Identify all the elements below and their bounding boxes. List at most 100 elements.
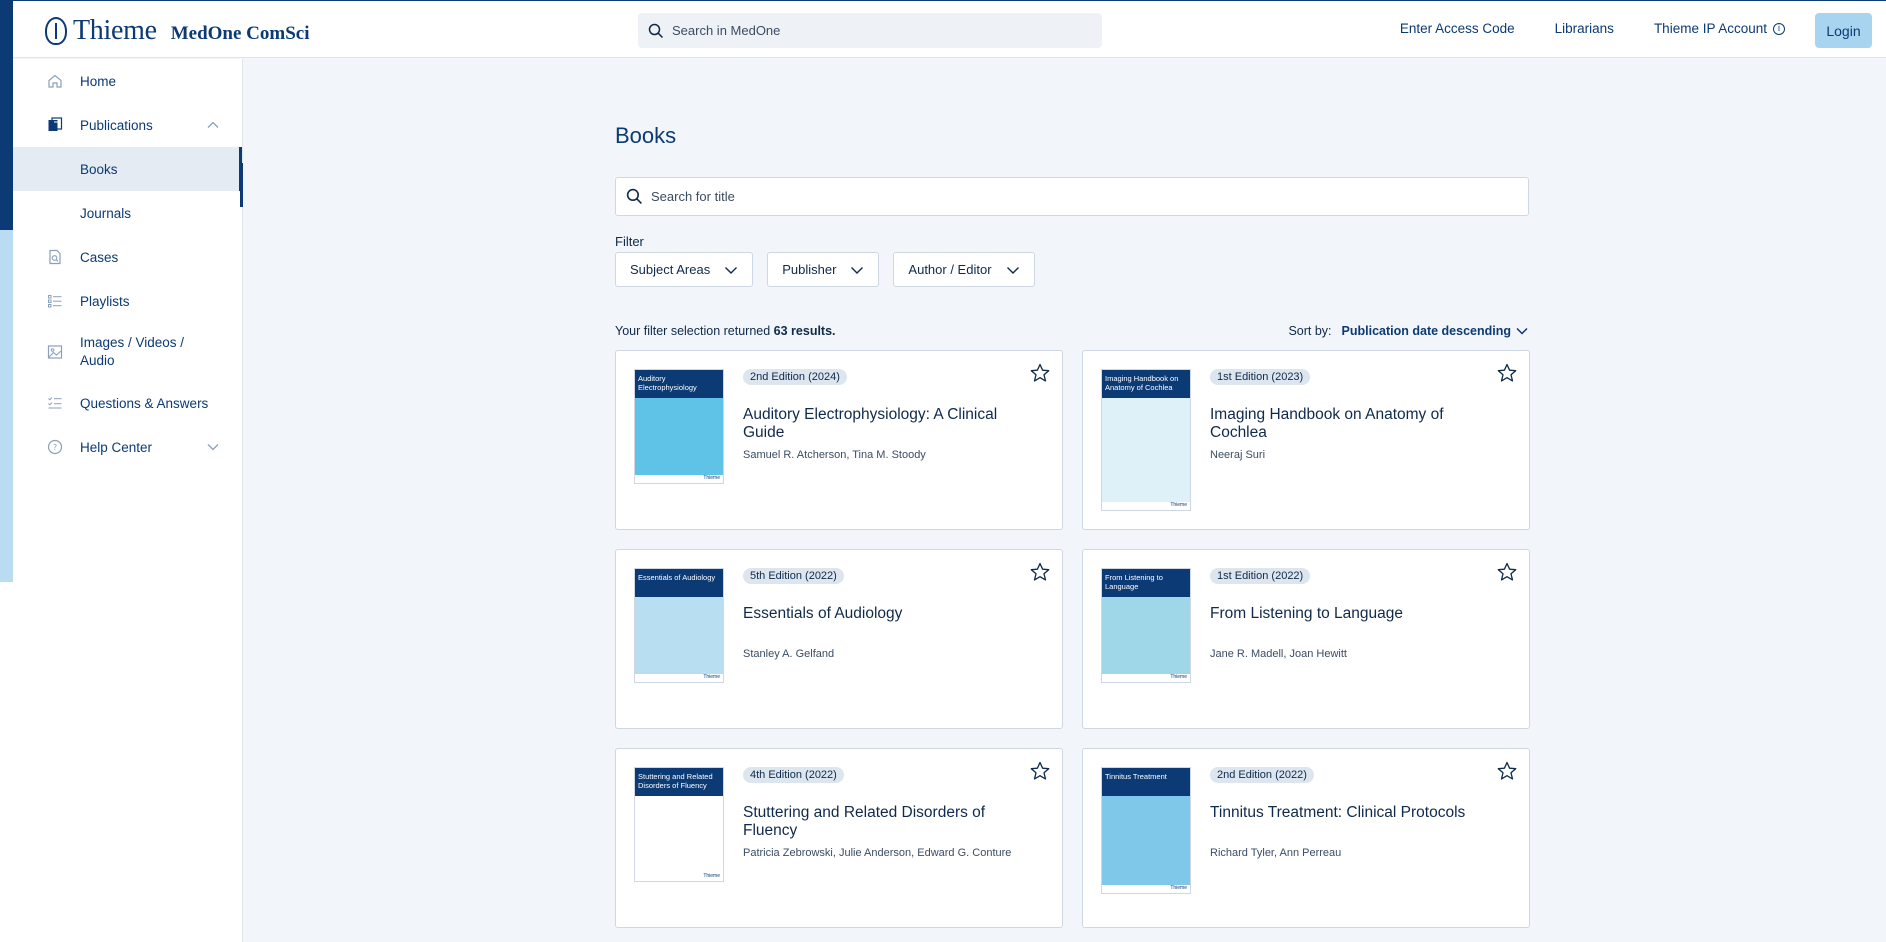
chevron-down-icon bbox=[851, 266, 864, 274]
sidebar-item-label: Cases bbox=[80, 249, 119, 265]
book-card[interactable]: Imaging Handbook on Anatomy of Cochlea T… bbox=[1082, 350, 1530, 530]
edge-accent-light bbox=[0, 230, 13, 582]
book-title[interactable]: Imaging Handbook on Anatomy of Cochlea bbox=[1210, 406, 1490, 442]
book-title[interactable]: Auditory Electrophysiology: A Clinical G… bbox=[743, 406, 1023, 442]
book-cover[interactable]: Stuttering and Related Disorders of Flue… bbox=[634, 767, 724, 882]
sidebar-item-help-center[interactable]: ? Help Center bbox=[13, 425, 242, 469]
sort-dropdown[interactable]: Publication date descending bbox=[1342, 324, 1529, 338]
cover-title: Tinnitus Treatment bbox=[1102, 768, 1190, 796]
edition-badge: 5th Edition (2022) bbox=[743, 568, 844, 584]
sidebar-item-cases[interactable]: Cases bbox=[13, 235, 242, 279]
book-cover[interactable]: From Listening to Language Thieme bbox=[1101, 568, 1191, 683]
sidebar-item-label: Questions & Answers bbox=[80, 395, 209, 411]
book-card[interactable]: Stuttering and Related Disorders of Flue… bbox=[615, 748, 1063, 928]
sidebar-item-books[interactable]: Books bbox=[13, 147, 242, 191]
info-icon: i bbox=[1773, 22, 1785, 35]
book-cover[interactable]: Tinnitus Treatment Thieme bbox=[1101, 767, 1191, 894]
cover-title: Imaging Handbook on Anatomy of Cochlea bbox=[1102, 370, 1190, 398]
sidebar-item-label: Home bbox=[80, 73, 117, 89]
global-search-input[interactable] bbox=[672, 23, 1072, 38]
filter-label-text: Publisher bbox=[782, 262, 837, 277]
favorite-star-icon[interactable] bbox=[1497, 363, 1517, 383]
sort-value: Publication date descending bbox=[1341, 324, 1511, 338]
cover-publisher-mark: Thieme bbox=[1102, 674, 1190, 682]
favorite-star-icon[interactable] bbox=[1497, 761, 1517, 781]
sort-label: Sort by: bbox=[1288, 324, 1332, 338]
filter-label-text: Subject Areas bbox=[630, 262, 711, 277]
cover-art bbox=[635, 597, 723, 674]
chevron-down-icon bbox=[1516, 327, 1528, 335]
book-cover[interactable]: Essentials of Audiology Thieme bbox=[634, 568, 724, 683]
cover-title: Auditory Electrophysiology bbox=[635, 370, 723, 398]
book-authors: Neeraj Suri bbox=[1210, 449, 1266, 461]
results-summary: Your filter selection returned 63 result… bbox=[615, 324, 836, 338]
enter-access-code-link[interactable]: Enter Access Code bbox=[1400, 21, 1515, 36]
page-title: Books bbox=[615, 123, 677, 148]
cover-publisher-mark: Thieme bbox=[635, 873, 723, 881]
cover-title: From Listening to Language bbox=[1102, 569, 1190, 597]
favorite-star-icon[interactable] bbox=[1030, 562, 1050, 582]
book-authors: Patricia Zebrowski, Julie Anderson, Edwa… bbox=[743, 847, 1012, 859]
cases-icon bbox=[49, 249, 61, 265]
book-card[interactable]: Essentials of Audiology Thieme 5th Editi… bbox=[615, 549, 1063, 729]
edition-badge: 2nd Edition (2024) bbox=[743, 369, 847, 385]
book-cover[interactable]: Auditory Electrophysiology Thieme bbox=[634, 369, 724, 484]
results-prefix: Your filter selection returned bbox=[615, 324, 771, 338]
subject-areas-dropdown[interactable]: Subject Areas bbox=[615, 252, 754, 287]
sidebar-item-media[interactable]: Images / Videos / Audio bbox=[13, 323, 242, 381]
help-icon: ? bbox=[47, 439, 63, 455]
book-authors: Samuel R. Atcherson, Tina M. Stoody bbox=[743, 449, 926, 461]
search-icon bbox=[648, 23, 664, 38]
publisher-dropdown[interactable]: Publisher bbox=[767, 252, 880, 287]
filter-label-text: Author / Editor bbox=[908, 262, 992, 277]
book-authors: Richard Tyler, Ann Perreau bbox=[1210, 847, 1342, 859]
book-title[interactable]: Essentials of Audiology bbox=[743, 605, 1023, 623]
ip-account-link[interactable]: Thieme IP Account i bbox=[1654, 21, 1785, 36]
favorite-star-icon[interactable] bbox=[1030, 761, 1050, 781]
filter-label: Filter bbox=[615, 234, 644, 249]
book-card[interactable]: From Listening to Language Thieme 1st Ed… bbox=[1082, 549, 1530, 729]
favorite-star-icon[interactable] bbox=[1030, 363, 1050, 383]
title-search-input[interactable] bbox=[651, 189, 1501, 204]
book-cover[interactable]: Imaging Handbook on Anatomy of Cochlea T… bbox=[1101, 369, 1191, 511]
book-title[interactable]: Tinnitus Treatment: Clinical Protocols bbox=[1210, 804, 1490, 822]
cover-publisher-mark: Thieme bbox=[1102, 885, 1190, 893]
ip-account-label: Thieme IP Account bbox=[1653, 21, 1767, 36]
global-search[interactable] bbox=[638, 13, 1102, 48]
cover-publisher-mark: Thieme bbox=[1102, 502, 1190, 510]
sidebar-item-qa[interactable]: Questions & Answers bbox=[13, 381, 242, 425]
author-editor-dropdown[interactable]: Author / Editor bbox=[893, 252, 1035, 287]
chevron-down-icon bbox=[1006, 266, 1019, 274]
book-card[interactable]: Auditory Electrophysiology Thieme 2nd Ed… bbox=[615, 350, 1063, 530]
sort-control: Sort by: Publication date descending bbox=[1288, 324, 1529, 338]
cover-title: Stuttering and Related Disorders of Flue… bbox=[635, 768, 723, 796]
title-search[interactable] bbox=[615, 177, 1529, 216]
book-title[interactable]: From Listening to Language bbox=[1210, 605, 1490, 623]
sidebar-item-publications[interactable]: Publications bbox=[13, 103, 242, 147]
sidebar-item-label: Images / Videos / Audio bbox=[80, 335, 185, 368]
book-card[interactable]: Tinnitus Treatment Thieme 2nd Edition (2… bbox=[1082, 748, 1530, 928]
sidebar-item-playlists[interactable]: Playlists bbox=[13, 279, 242, 323]
sidebar-item-label: Help Center bbox=[80, 439, 153, 455]
chevron-up-icon bbox=[207, 121, 219, 128]
edge-accent-white bbox=[0, 582, 13, 942]
favorite-star-icon[interactable] bbox=[1497, 562, 1517, 582]
cover-publisher-mark: Thieme bbox=[635, 475, 723, 483]
cover-art bbox=[1102, 398, 1190, 502]
chevron-down-icon bbox=[207, 444, 219, 451]
edition-badge: 1st Edition (2023) bbox=[1210, 369, 1311, 385]
sidebar-item-home[interactable]: Home bbox=[13, 59, 242, 103]
cover-art bbox=[1102, 597, 1190, 674]
playlist-icon bbox=[48, 295, 62, 308]
sidebar-item-journals[interactable]: Journals bbox=[13, 191, 242, 235]
qa-icon bbox=[48, 397, 62, 409]
thieme-emblem-icon bbox=[45, 17, 67, 45]
book-title[interactable]: Stuttering and Related Disorders of Flue… bbox=[743, 804, 1023, 840]
thieme-logo[interactable]: Thieme MedOne ComSci bbox=[45, 15, 310, 47]
librarians-link[interactable]: Librarians bbox=[1555, 21, 1614, 36]
header-links: Enter Access Code Librarians Thieme IP A… bbox=[1400, 21, 1785, 36]
login-button[interactable]: Login bbox=[1815, 13, 1872, 48]
brand-name: Thieme bbox=[73, 15, 157, 46]
top-header: Thieme MedOne ComSci Enter Access Code L… bbox=[13, 0, 1886, 58]
edition-badge: 2nd Edition (2022) bbox=[1210, 767, 1314, 783]
